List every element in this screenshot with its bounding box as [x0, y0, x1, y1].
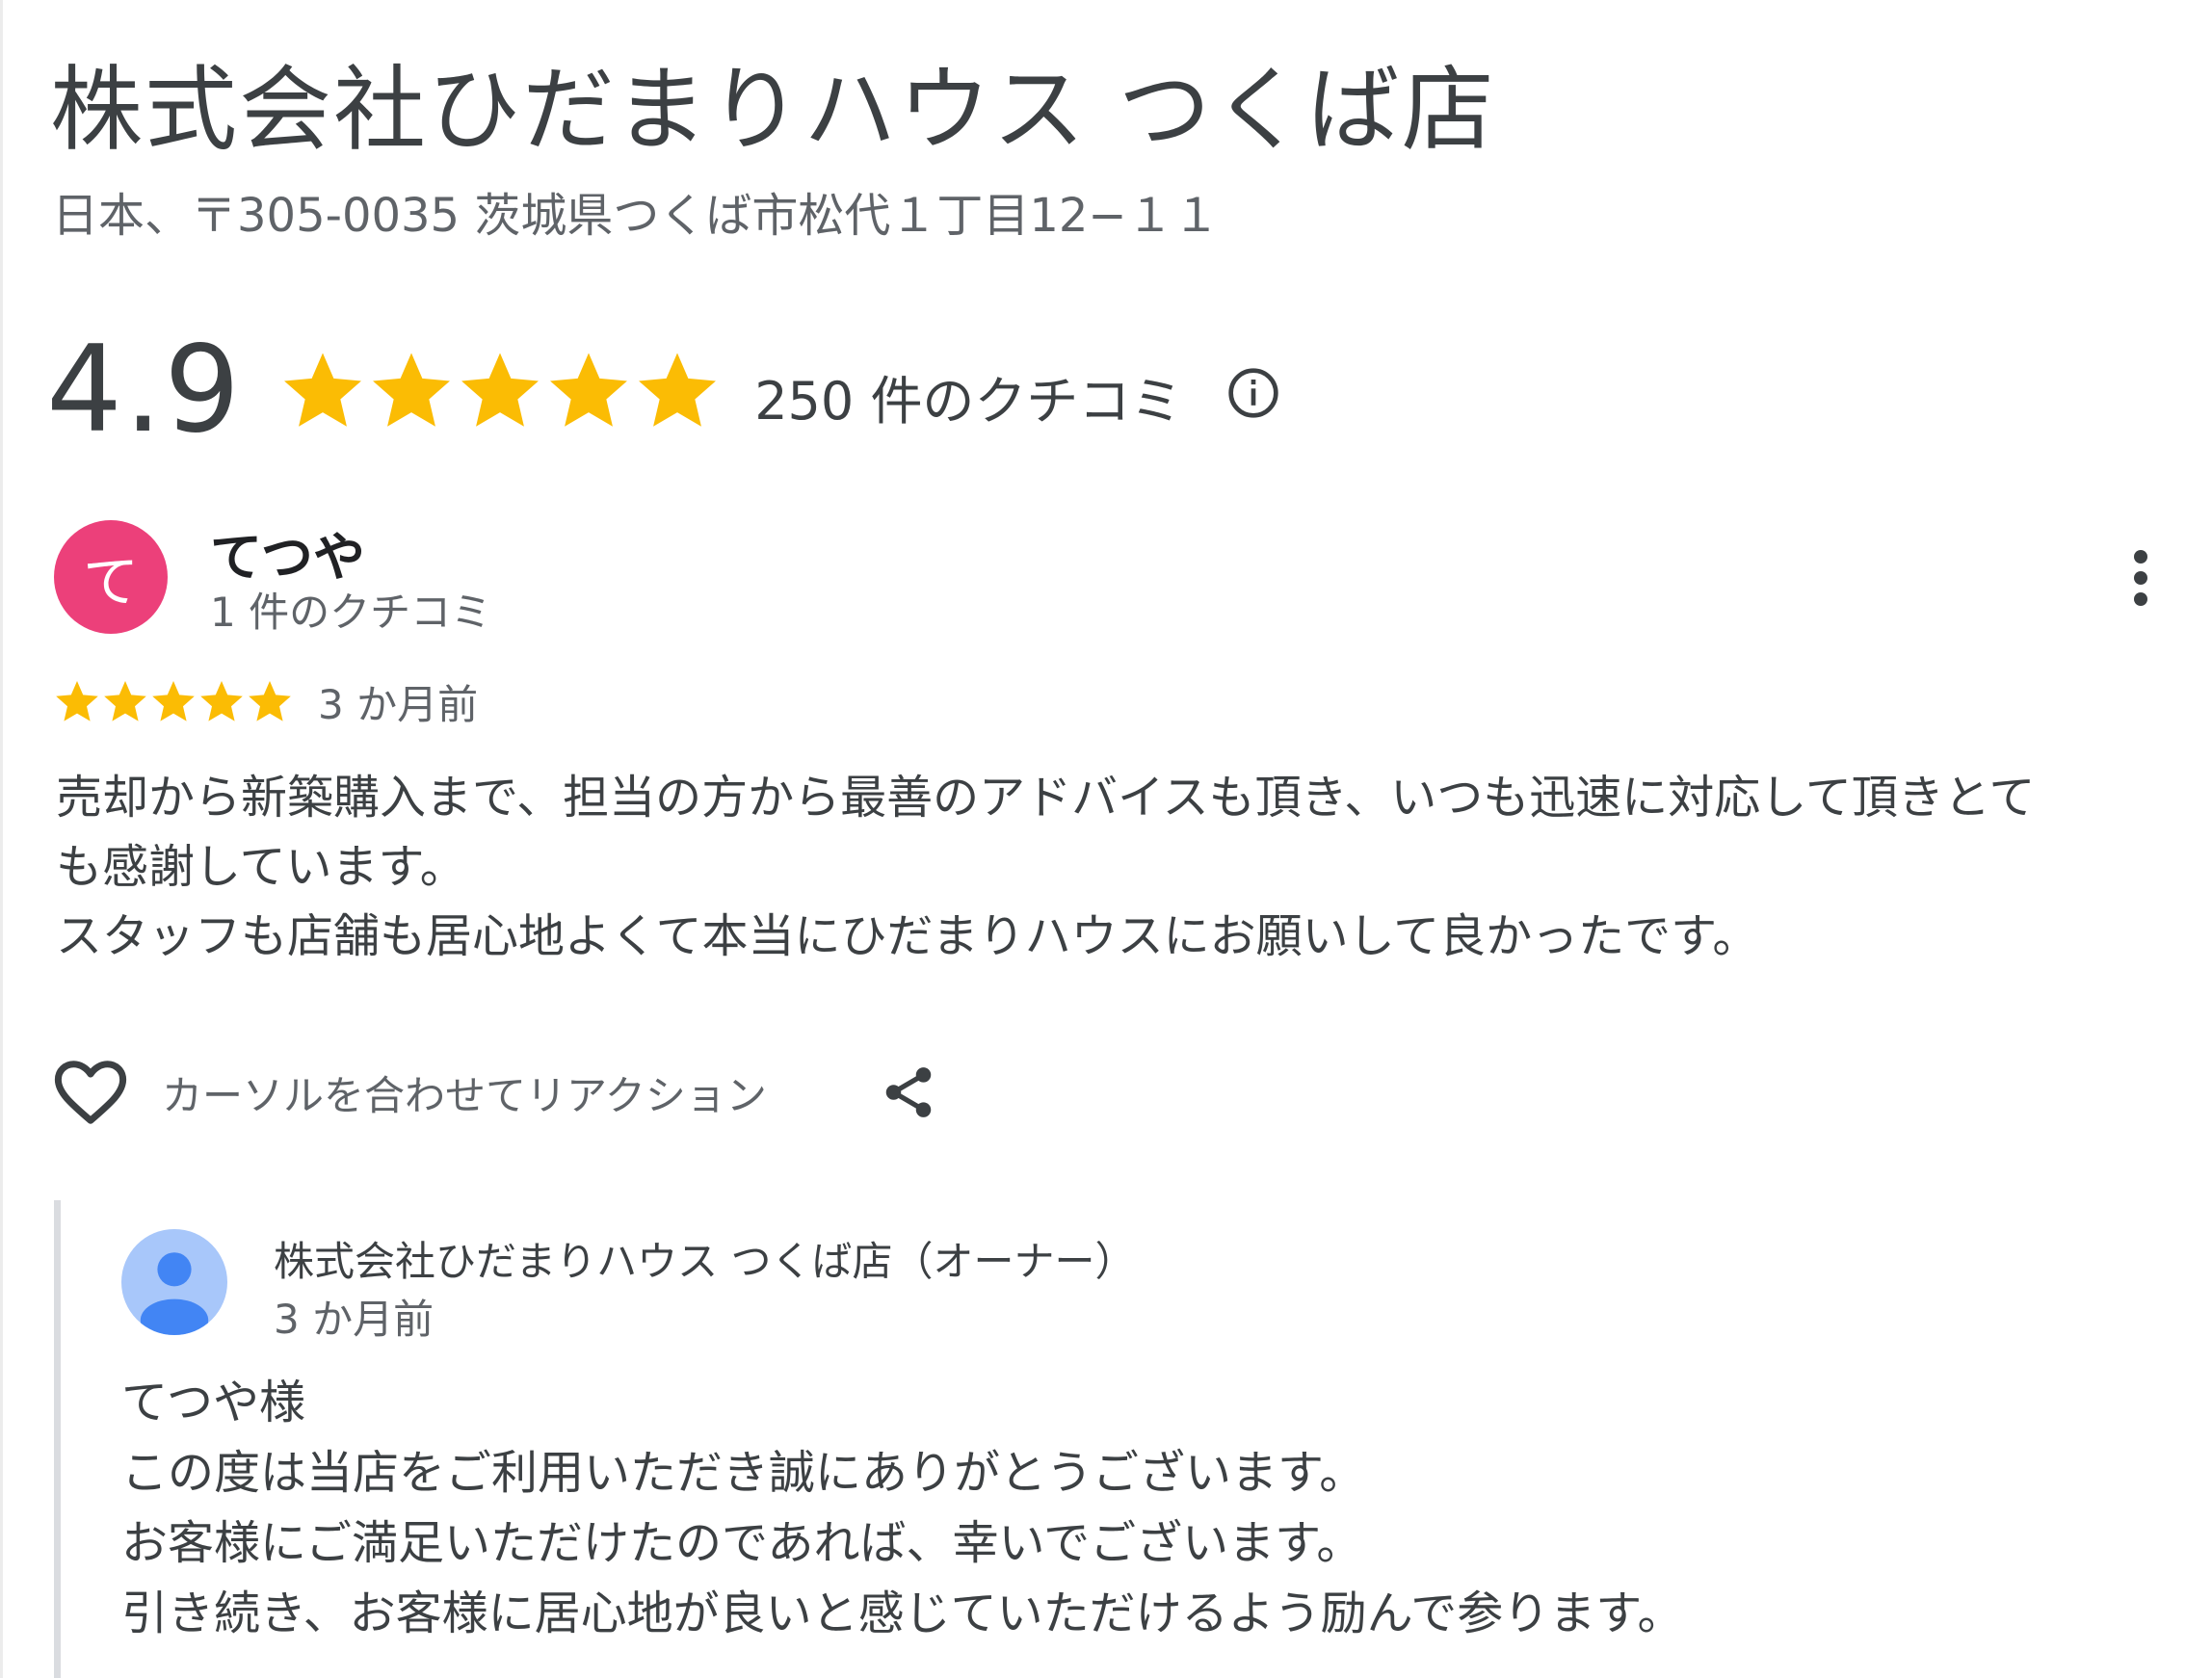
owner-reply-body: てつや様 この度は当店をご利用いただき誠にありがとうございます。 お客様にご満足… [121, 1368, 1683, 1649]
menu-dot [2134, 592, 2147, 606]
reply-text-line: 引き続き、お客様に居心地が良いと感じていただけるよう励んで参ります。 [121, 1586, 1684, 1640]
star-icon [639, 353, 717, 427]
star-icon [373, 353, 451, 427]
rating-stars [280, 348, 720, 433]
star-icon [461, 353, 540, 427]
more-vert-icon[interactable] [2112, 539, 2170, 616]
reviewer-avatar[interactable]: て [54, 520, 168, 634]
star-icon [56, 681, 98, 721]
average-rating: 4.9 [46, 321, 243, 459]
avatar-letter: て [82, 549, 139, 615]
reaction-label[interactable]: カーソルを合わせてリアクション [162, 1063, 767, 1122]
owner-reply-divider [54, 1200, 61, 1678]
review-date: 3 か月前 [318, 680, 479, 728]
owner-name: 株式会社ひだまりハウス つくば店（オーナー） [274, 1238, 1136, 1285]
heart-icon[interactable] [54, 1060, 127, 1125]
review-count: 250 件のクチコミ [754, 370, 1183, 432]
menu-dot [2134, 550, 2147, 564]
star-icon [152, 681, 195, 721]
share-icon[interactable] [879, 1062, 938, 1122]
review-text-line: スタッフも店舗も居心地よくて本当にひだまりハウスにお願いして良かったです。 [56, 909, 1759, 963]
reply-text-line: この度は当店をご利用いただき誠にありがとうございます。 [121, 1446, 1366, 1500]
review-text-line: も感謝しています。 [56, 840, 466, 894]
star-icon [200, 681, 243, 721]
review-stars [54, 678, 293, 724]
left-edge-divider [0, 0, 3, 1678]
reviewer-review-count: 1 件のクチコミ [210, 589, 492, 636]
star-icon [249, 681, 291, 721]
business-address: 日本、〒305-0035 茨城県つくば市松代１丁目12−１１ [52, 189, 1220, 243]
star-icon [284, 353, 362, 427]
info-circle-icon[interactable] [1226, 366, 1280, 420]
business-name: 株式会社ひだまりハウス つくば店 [50, 56, 1496, 164]
star-icon [550, 353, 628, 427]
owner-reply-date: 3 か月前 [274, 1296, 434, 1343]
review-meta: 3 か月前 [54, 674, 478, 728]
review-actions: カーソルを合わせてリアクション [54, 1054, 938, 1131]
review-body: 売却から新築購入まで、担当の方から最善のアドバイスも頂き、いつも迅速に対応して頂… [56, 763, 2175, 971]
person-icon [121, 1229, 227, 1335]
review-text-line: 売却から新築購入まで、担当の方から最善のアドバイスも頂き、いつも迅速に対応して頂… [56, 771, 2036, 825]
menu-dot [2134, 571, 2147, 585]
rating-summary: 4.9 250 件のクチコミ [46, 328, 1280, 453]
star-icon [104, 681, 146, 721]
reply-text-line: お客様にご満足いただけたのであれば、幸いでございます。 [121, 1516, 1363, 1570]
reply-text-line: てつや様 [121, 1376, 306, 1429]
owner-avatar [121, 1229, 227, 1335]
